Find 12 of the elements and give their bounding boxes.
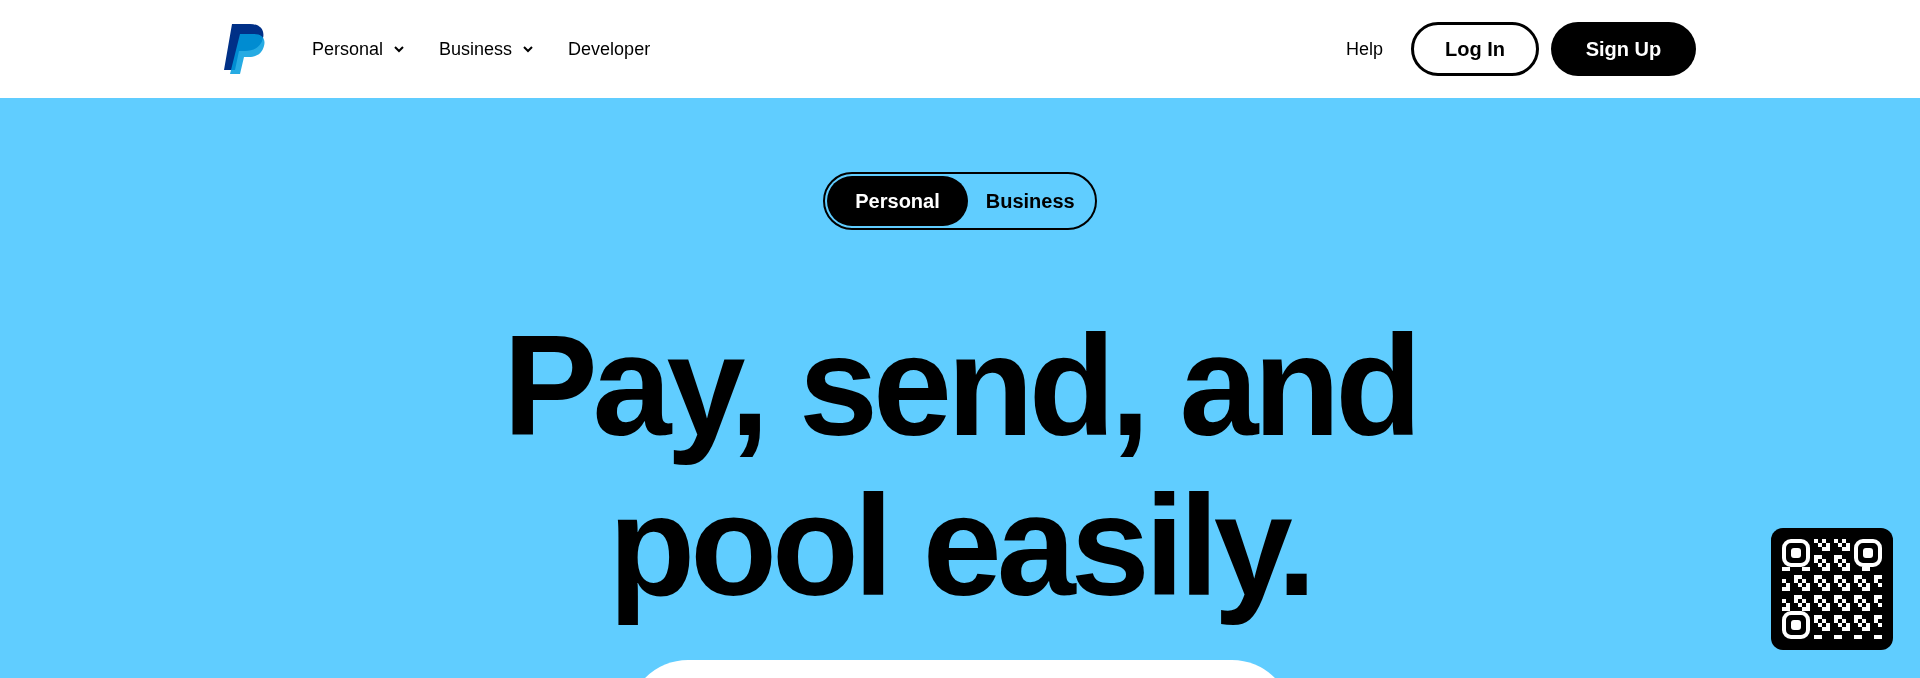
help-link[interactable]: Help: [1345, 35, 1383, 63]
nav-link[interactable]: Personal: [312, 35, 406, 63]
toggle-option[interactable]: Business: [967, 176, 1093, 226]
signup-button[interactable]: Sign Up: [1551, 22, 1696, 76]
nav-link[interactable]: Developer: [568, 35, 651, 63]
qr-code[interactable]: [1771, 528, 1893, 650]
chevron-down-icon: [393, 45, 406, 53]
login-button[interactable]: Log In: [1411, 22, 1539, 76]
nav-link[interactable]: Business: [439, 35, 535, 63]
headline: Pay, send, and pool easily.: [502, 306, 1418, 626]
chevron-down-icon: [522, 45, 535, 53]
toggle-option[interactable]: Personal: [827, 176, 968, 226]
